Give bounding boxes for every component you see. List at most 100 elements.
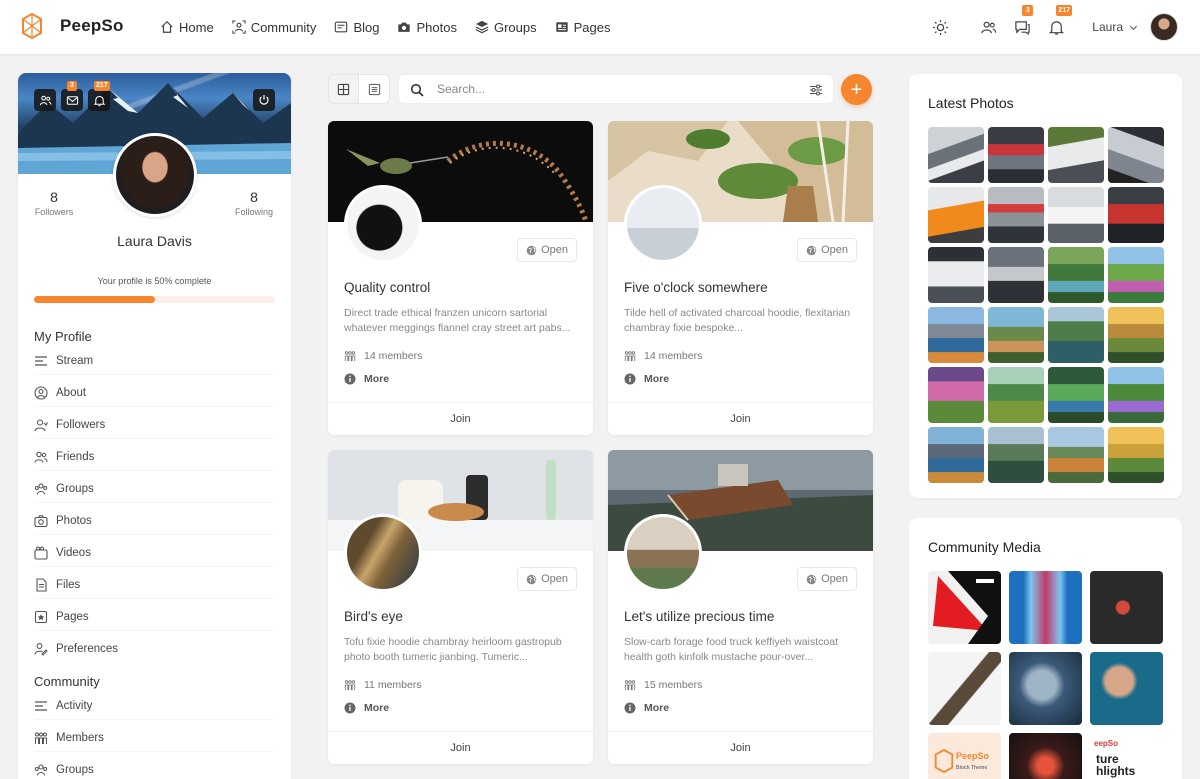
- group-more-button[interactable]: More: [344, 373, 389, 385]
- group-title[interactable]: Five o'clock somewhere: [624, 280, 768, 295]
- create-group-button[interactable]: +: [841, 74, 872, 105]
- group-card[interactable]: Open Quality control Direct trade ethica…: [328, 121, 593, 435]
- group-title[interactable]: Quality control: [344, 280, 430, 295]
- join-button[interactable]: Join: [328, 731, 593, 764]
- photo-thumbnail[interactable]: [1048, 367, 1104, 423]
- photo-thumbnail[interactable]: [988, 127, 1044, 183]
- friends-button[interactable]: [978, 17, 998, 37]
- list-view-button[interactable]: [359, 75, 389, 103]
- notifications-button[interactable]: 217: [1046, 5, 1072, 37]
- profile-avatar[interactable]: [113, 133, 197, 217]
- privacy-label: Open: [541, 573, 568, 585]
- media-thumbnail[interactable]: [1090, 652, 1163, 725]
- nav-item-photos[interactable]: Photos: [397, 20, 457, 35]
- profile-notifications-button[interactable]: 217: [88, 81, 110, 111]
- user-menu[interactable]: Laura: [1092, 20, 1138, 34]
- photo-thumbnail[interactable]: [928, 427, 984, 483]
- media-thumbnail[interactable]: [1009, 652, 1082, 725]
- nav-item-home[interactable]: Home: [160, 20, 214, 35]
- nav-item-groups[interactable]: Groups: [475, 20, 537, 35]
- nav-item-blog[interactable]: Blog: [334, 20, 379, 35]
- nav-label: Groups: [493, 19, 537, 35]
- menu-item-pages[interactable]: Pages: [34, 603, 274, 631]
- photo-thumbnail[interactable]: [928, 367, 984, 423]
- menu-item-friends[interactable]: Friends: [34, 443, 274, 471]
- search-input[interactable]: [437, 75, 797, 103]
- join-button[interactable]: Join: [608, 731, 873, 764]
- join-button[interactable]: Join: [328, 402, 593, 435]
- group-card[interactable]: Open Let's utilize precious time Slow-ca…: [608, 450, 873, 764]
- profile-friends-button[interactable]: [34, 89, 56, 111]
- photo-thumbnail[interactable]: [928, 187, 984, 243]
- photo-thumbnail[interactable]: [1108, 307, 1164, 363]
- menu-item-photos[interactable]: Photos: [34, 507, 274, 535]
- menu-item-followers[interactable]: Followers: [34, 411, 274, 439]
- photo-thumbnail[interactable]: [1108, 127, 1164, 183]
- menu-item-label: Friends: [56, 450, 95, 463]
- group-title[interactable]: Bird's eye: [344, 609, 403, 624]
- media-thumbnail[interactable]: [1009, 571, 1082, 644]
- group-more-button[interactable]: More: [344, 702, 389, 714]
- photo-thumbnail[interactable]: [1048, 247, 1104, 303]
- messages-button[interactable]: 3: [1012, 5, 1034, 37]
- photo-thumbnail[interactable]: [988, 307, 1044, 363]
- menu-item-preferences[interactable]: Preferences: [34, 635, 274, 663]
- photo-thumbnail[interactable]: [1108, 427, 1164, 483]
- photo-thumbnail[interactable]: [1108, 187, 1164, 243]
- logo[interactable]: PeepSo: [22, 13, 124, 39]
- activity-icon: [35, 700, 47, 711]
- group-more-button[interactable]: More: [624, 373, 669, 385]
- group-card[interactable]: Open Bird's eye Tofu fixie hoodie chambr…: [328, 450, 593, 764]
- media-thumbnail[interactable]: [928, 652, 1001, 725]
- following-stat[interactable]: 8 Following: [224, 189, 284, 217]
- photo-thumbnail[interactable]: [1048, 307, 1104, 363]
- profile-name: Laura Davis: [117, 233, 192, 249]
- media-thumbnail[interactable]: [1009, 733, 1082, 779]
- media-thumbnail[interactable]: PeepSo Block Theme: [928, 733, 1001, 779]
- following-label: Following: [234, 207, 274, 217]
- nav-item-community[interactable]: Community: [232, 20, 316, 35]
- media-thumbnail[interactable]: eepSo ture hlights: [1090, 733, 1163, 779]
- nav-label: Home: [179, 19, 214, 35]
- menu-item-files[interactable]: Files: [34, 571, 274, 599]
- group-avatar: [344, 514, 422, 592]
- menu-item-videos[interactable]: Videos: [34, 539, 274, 567]
- photo-thumbnail[interactable]: [928, 307, 984, 363]
- media-thumbnail[interactable]: [928, 571, 1001, 644]
- view-toggle: [328, 74, 390, 104]
- user-avatar[interactable]: [1150, 13, 1178, 41]
- menu-item-about[interactable]: About: [34, 379, 274, 407]
- menu-item-community-groups[interactable]: Groups: [34, 756, 274, 779]
- group-more-button[interactable]: More: [624, 702, 669, 714]
- photo-thumbnail[interactable]: [1048, 127, 1104, 183]
- photo-thumbnail[interactable]: [928, 247, 984, 303]
- menu-item-groups[interactable]: Groups: [34, 475, 274, 503]
- nav-item-pages[interactable]: Pages: [555, 20, 610, 35]
- photo-thumbnail[interactable]: [1108, 247, 1164, 303]
- theme-toggle-button[interactable]: [930, 17, 950, 37]
- menu-item-stream[interactable]: Stream: [34, 347, 274, 375]
- group-card[interactable]: Open Five o'clock somewhere Tilde hell o…: [608, 121, 873, 435]
- logout-button[interactable]: [253, 89, 275, 111]
- photo-thumbnail[interactable]: [988, 367, 1044, 423]
- menu-item-label: Files: [56, 578, 81, 591]
- menu-item-members[interactable]: Members: [34, 724, 274, 752]
- grid-view-button[interactable]: [329, 75, 360, 103]
- photo-thumbnail[interactable]: [1108, 367, 1164, 423]
- globe-icon: [526, 245, 537, 255]
- photo-thumbnail[interactable]: [988, 427, 1044, 483]
- followers-stat[interactable]: 8 Followers: [24, 189, 84, 217]
- media-thumbnail[interactable]: [1090, 571, 1163, 644]
- photo-thumbnail[interactable]: [1048, 427, 1104, 483]
- filter-icon[interactable]: [809, 83, 823, 97]
- group-title[interactable]: Let's utilize precious time: [624, 609, 774, 624]
- photo-thumbnail[interactable]: [1048, 187, 1104, 243]
- pages-icon: [555, 22, 568, 32]
- profile-messages-button[interactable]: 3: [61, 81, 83, 111]
- join-button[interactable]: Join: [608, 402, 873, 435]
- chat-icon: [1015, 20, 1030, 35]
- menu-item-activity[interactable]: Activity: [34, 692, 274, 720]
- photo-thumbnail[interactable]: [928, 127, 984, 183]
- photo-thumbnail[interactable]: [988, 247, 1044, 303]
- photo-thumbnail[interactable]: [988, 187, 1044, 243]
